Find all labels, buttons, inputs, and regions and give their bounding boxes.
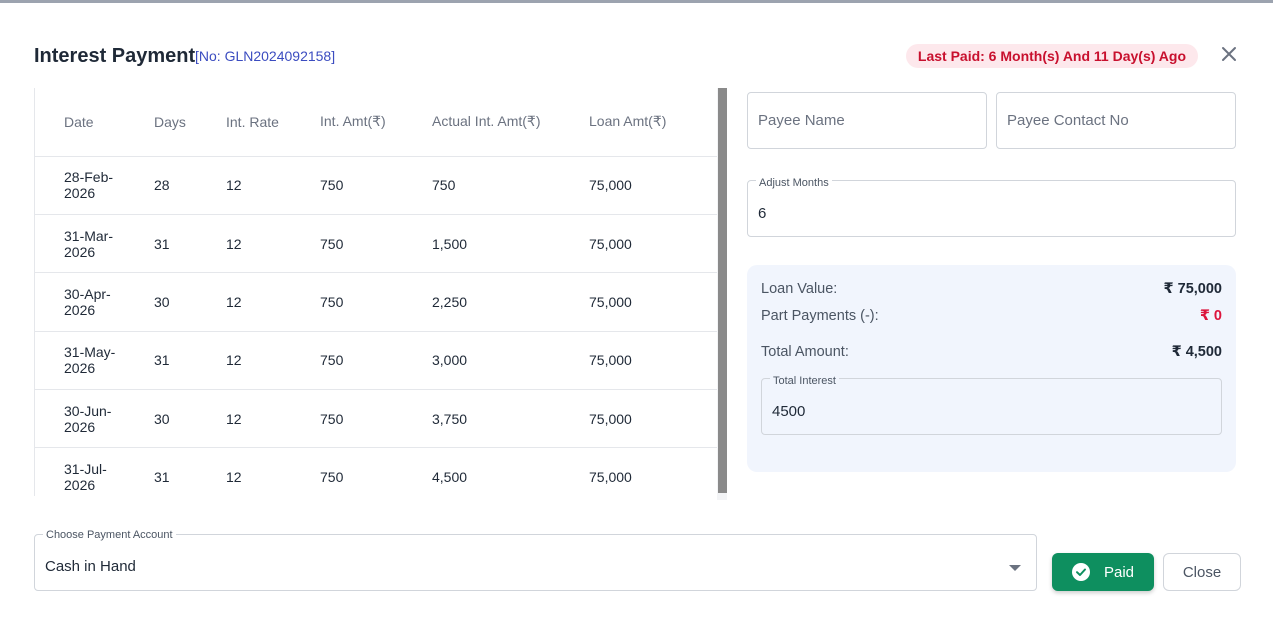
cell-date: 30-Jun-2026 (35, 389, 154, 449)
cell-rate: 12 (226, 272, 320, 332)
cell-date: 31-Jul-2026 (35, 447, 154, 496)
total-amount-label: Total Amount: (761, 344, 849, 360)
cell-date: 31-Mar-2026 (35, 214, 154, 274)
cell-rate: 12 (226, 389, 320, 449)
loan-value-label: Loan Value: (761, 281, 838, 297)
total-amount-value: ₹ 4,500 (1171, 344, 1222, 360)
cell-actual: 4,500 (432, 447, 589, 496)
header-int-rate: Int. Rate (226, 88, 320, 157)
part-payments-label: Part Payments (-): (761, 308, 879, 324)
cell-int-amt: 750 (320, 389, 432, 449)
cell-rate: 12 (226, 214, 320, 274)
cell-int-amt: 750 (320, 156, 432, 215)
check-circle-icon (1071, 563, 1090, 581)
cell-loan: 75,000 (589, 447, 718, 496)
cell-int-amt: 750 (320, 214, 432, 274)
cell-days: 31 (154, 214, 226, 274)
total-interest-label: Total Interest (770, 375, 839, 387)
cell-actual: 3,000 (432, 331, 589, 391)
total-interest-input[interactable] (762, 379, 1221, 434)
cell-days: 31 (154, 331, 226, 391)
table-row: 30-Apr-2026 30 12 750 2,250 75,000 (35, 272, 718, 332)
cell-loan: 75,000 (589, 156, 718, 215)
cell-days: 31 (154, 447, 226, 496)
dialog-header: Interest Payment [No: GLN2024092158] Las… (34, 44, 1241, 70)
paid-button[interactable]: Paid (1052, 553, 1154, 591)
dialog-title: Interest Payment (34, 45, 196, 67)
cell-days: 28 (154, 156, 226, 215)
cell-int-amt: 750 (320, 331, 432, 391)
table-row: 31-Jul-2026 31 12 750 4,500 75,000 (35, 447, 718, 496)
last-paid-badge: Last Paid: 6 Month(s) And 11 Day(s) Ago (905, 44, 1198, 68)
close-icon[interactable] (1217, 42, 1241, 66)
interest-table-container[interactable]: Date Days Int. Rate Int. Amt(₹) Actual I… (34, 88, 727, 496)
header-days: Days (154, 88, 226, 157)
cell-int-amt: 750 (320, 272, 432, 332)
payee-name-input[interactable] (748, 93, 986, 148)
table-row: 28-Feb-2026 28 12 750 750 75,000 (35, 156, 718, 215)
interest-table: Date Days Int. Rate Int. Amt(₹) Actual I… (35, 88, 718, 496)
cell-rate: 12 (226, 331, 320, 391)
table-row: 31-Mar-2026 31 12 750 1,500 75,000 (35, 214, 718, 274)
header-int-amt: Int. Amt(₹) (320, 88, 432, 157)
table-row: 31-May-2026 31 12 750 3,000 75,000 (35, 331, 718, 391)
adjust-months-field[interactable]: Adjust Months (747, 177, 1236, 237)
adjust-months-input[interactable] (748, 181, 1235, 236)
total-interest-field[interactable]: Total Interest (761, 375, 1222, 435)
paid-button-label: Paid (1103, 563, 1135, 581)
cell-days: 30 (154, 389, 226, 449)
cell-date: 31-May-2026 (35, 331, 154, 391)
header-date: Date (35, 88, 154, 157)
loan-reference: [No: GLN2024092158] (195, 48, 336, 64)
loan-value: ₹ 75,000 (1163, 281, 1222, 297)
table-scrollbar-thumb[interactable] (718, 88, 727, 493)
payment-account-value: Cash in Hand (45, 558, 136, 575)
payee-contact-field[interactable] (996, 92, 1236, 149)
cell-actual: 1,500 (432, 214, 589, 274)
caret-down-icon[interactable] (1008, 559, 1022, 577)
cell-rate: 12 (226, 156, 320, 215)
payment-account-label: Choose Payment Account (43, 529, 176, 541)
cell-date: 30-Apr-2026 (35, 272, 154, 332)
top-border (0, 0, 1273, 3)
table-header-row: Date Days Int. Rate Int. Amt(₹) Actual I… (35, 88, 718, 157)
payment-account-select[interactable]: Choose Payment Account Cash in Hand (34, 529, 1037, 591)
cell-loan: 75,000 (589, 389, 718, 449)
cell-int-amt: 750 (320, 447, 432, 496)
cell-actual: 750 (432, 156, 589, 215)
header-actual-int-amt: Actual Int. Amt(₹) (432, 88, 589, 157)
cell-loan: 75,000 (589, 214, 718, 274)
cell-days: 30 (154, 272, 226, 332)
cell-actual: 2,250 (432, 272, 589, 332)
cell-actual: 3,750 (432, 389, 589, 449)
cell-loan: 75,000 (589, 272, 718, 332)
adjust-months-label: Adjust Months (756, 177, 832, 189)
payee-contact-input[interactable] (997, 93, 1235, 148)
summary-panel: Loan Value: ₹ 75,000 Part Payments (-): … (747, 265, 1236, 472)
cell-loan: 75,000 (589, 331, 718, 391)
close-button[interactable]: Close (1163, 553, 1241, 591)
cell-rate: 12 (226, 447, 320, 496)
table-row: 30-Jun-2026 30 12 750 3,750 75,000 (35, 389, 718, 449)
part-payments-value: ₹ 0 (1199, 308, 1222, 324)
header-loan-amt: Loan Amt(₹) (589, 88, 718, 157)
payee-name-field[interactable] (747, 92, 987, 149)
cell-date: 28-Feb-2026 (35, 156, 154, 215)
